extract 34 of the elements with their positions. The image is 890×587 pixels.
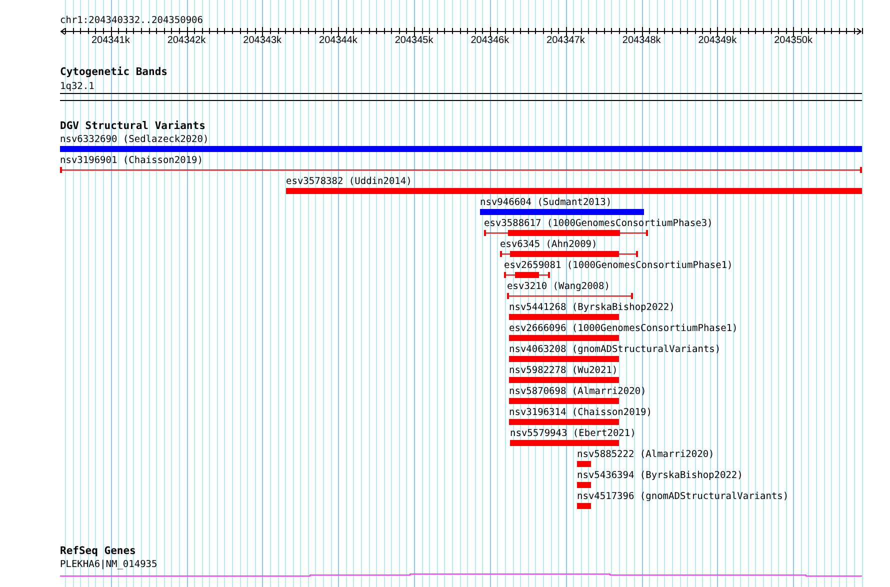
variant-label[interactable]: nsv5579943 (Ebert2021) (510, 428, 636, 439)
track-title: DGV Structural Variants (60, 121, 206, 132)
variant-label[interactable]: nsv3196314 (Chaisson2019) (509, 407, 652, 418)
track-title: RefSeq Genes (60, 546, 136, 557)
variant-label[interactable]: nsv4063208 (gnomADStructuralVariants) (509, 344, 721, 355)
variant-label[interactable]: nsv946604 (Sudmant2013) (480, 197, 612, 208)
tick-label: 204347k (546, 35, 585, 46)
variant-label[interactable]: nsv3196901 (Chaisson2019) (60, 155, 203, 166)
gene-label[interactable]: PLEKHA6|NM_014935 (60, 559, 158, 570)
track-title: Cytogenetic Bands (60, 67, 168, 78)
variant-label[interactable]: nsv5885222 (Almarri2020) (577, 449, 714, 460)
variant-label[interactable]: esv3588617 (1000GenomesConsortiumPhase3) (484, 218, 713, 229)
location-label: chr1:204340332..204350906 (60, 15, 203, 26)
variant-label[interactable]: esv3210 (Wang2008) (507, 281, 610, 292)
variant-label[interactable]: nsv4517396 (gnomADStructuralVariants) (577, 491, 789, 502)
tick-label: 204342k (167, 35, 206, 46)
tick-label: 204346k (470, 35, 510, 46)
variant-label[interactable]: esv6345 (Ahn2009) (500, 239, 598, 250)
variant-label[interactable]: nsv5870698 (Almarri2020) (509, 386, 646, 397)
variant-label[interactable]: nsv6332690 (Sedlazeck2020) (60, 134, 209, 145)
variant-label[interactable]: esv2666096 (1000GenomesConsortiumPhase1) (509, 323, 738, 334)
variant-label[interactable]: esv2659081 (1000GenomesConsortiumPhase1) (504, 260, 733, 271)
band-label: 1q32.1 (60, 81, 94, 92)
tick-label: 204343k (243, 35, 282, 46)
tick-label: 204348k (622, 35, 661, 46)
variant-label[interactable]: nsv5441268 (ByrskaBishop2022) (509, 302, 675, 313)
tick-label: 204341k (91, 35, 130, 46)
tick-label: 204350k (774, 35, 812, 46)
variant-label[interactable]: nsv5436394 (ByrskaBishop2022) (577, 470, 743, 481)
tick-label: 204345k (394, 35, 434, 46)
variant-label[interactable]: esv3578382 (Uddin2014) (286, 176, 412, 187)
tick-label: 204349k (698, 35, 737, 46)
tick-label: 204344k (319, 35, 358, 46)
variant-label[interactable]: nsv5982278 (Wu2021) (509, 365, 618, 376)
